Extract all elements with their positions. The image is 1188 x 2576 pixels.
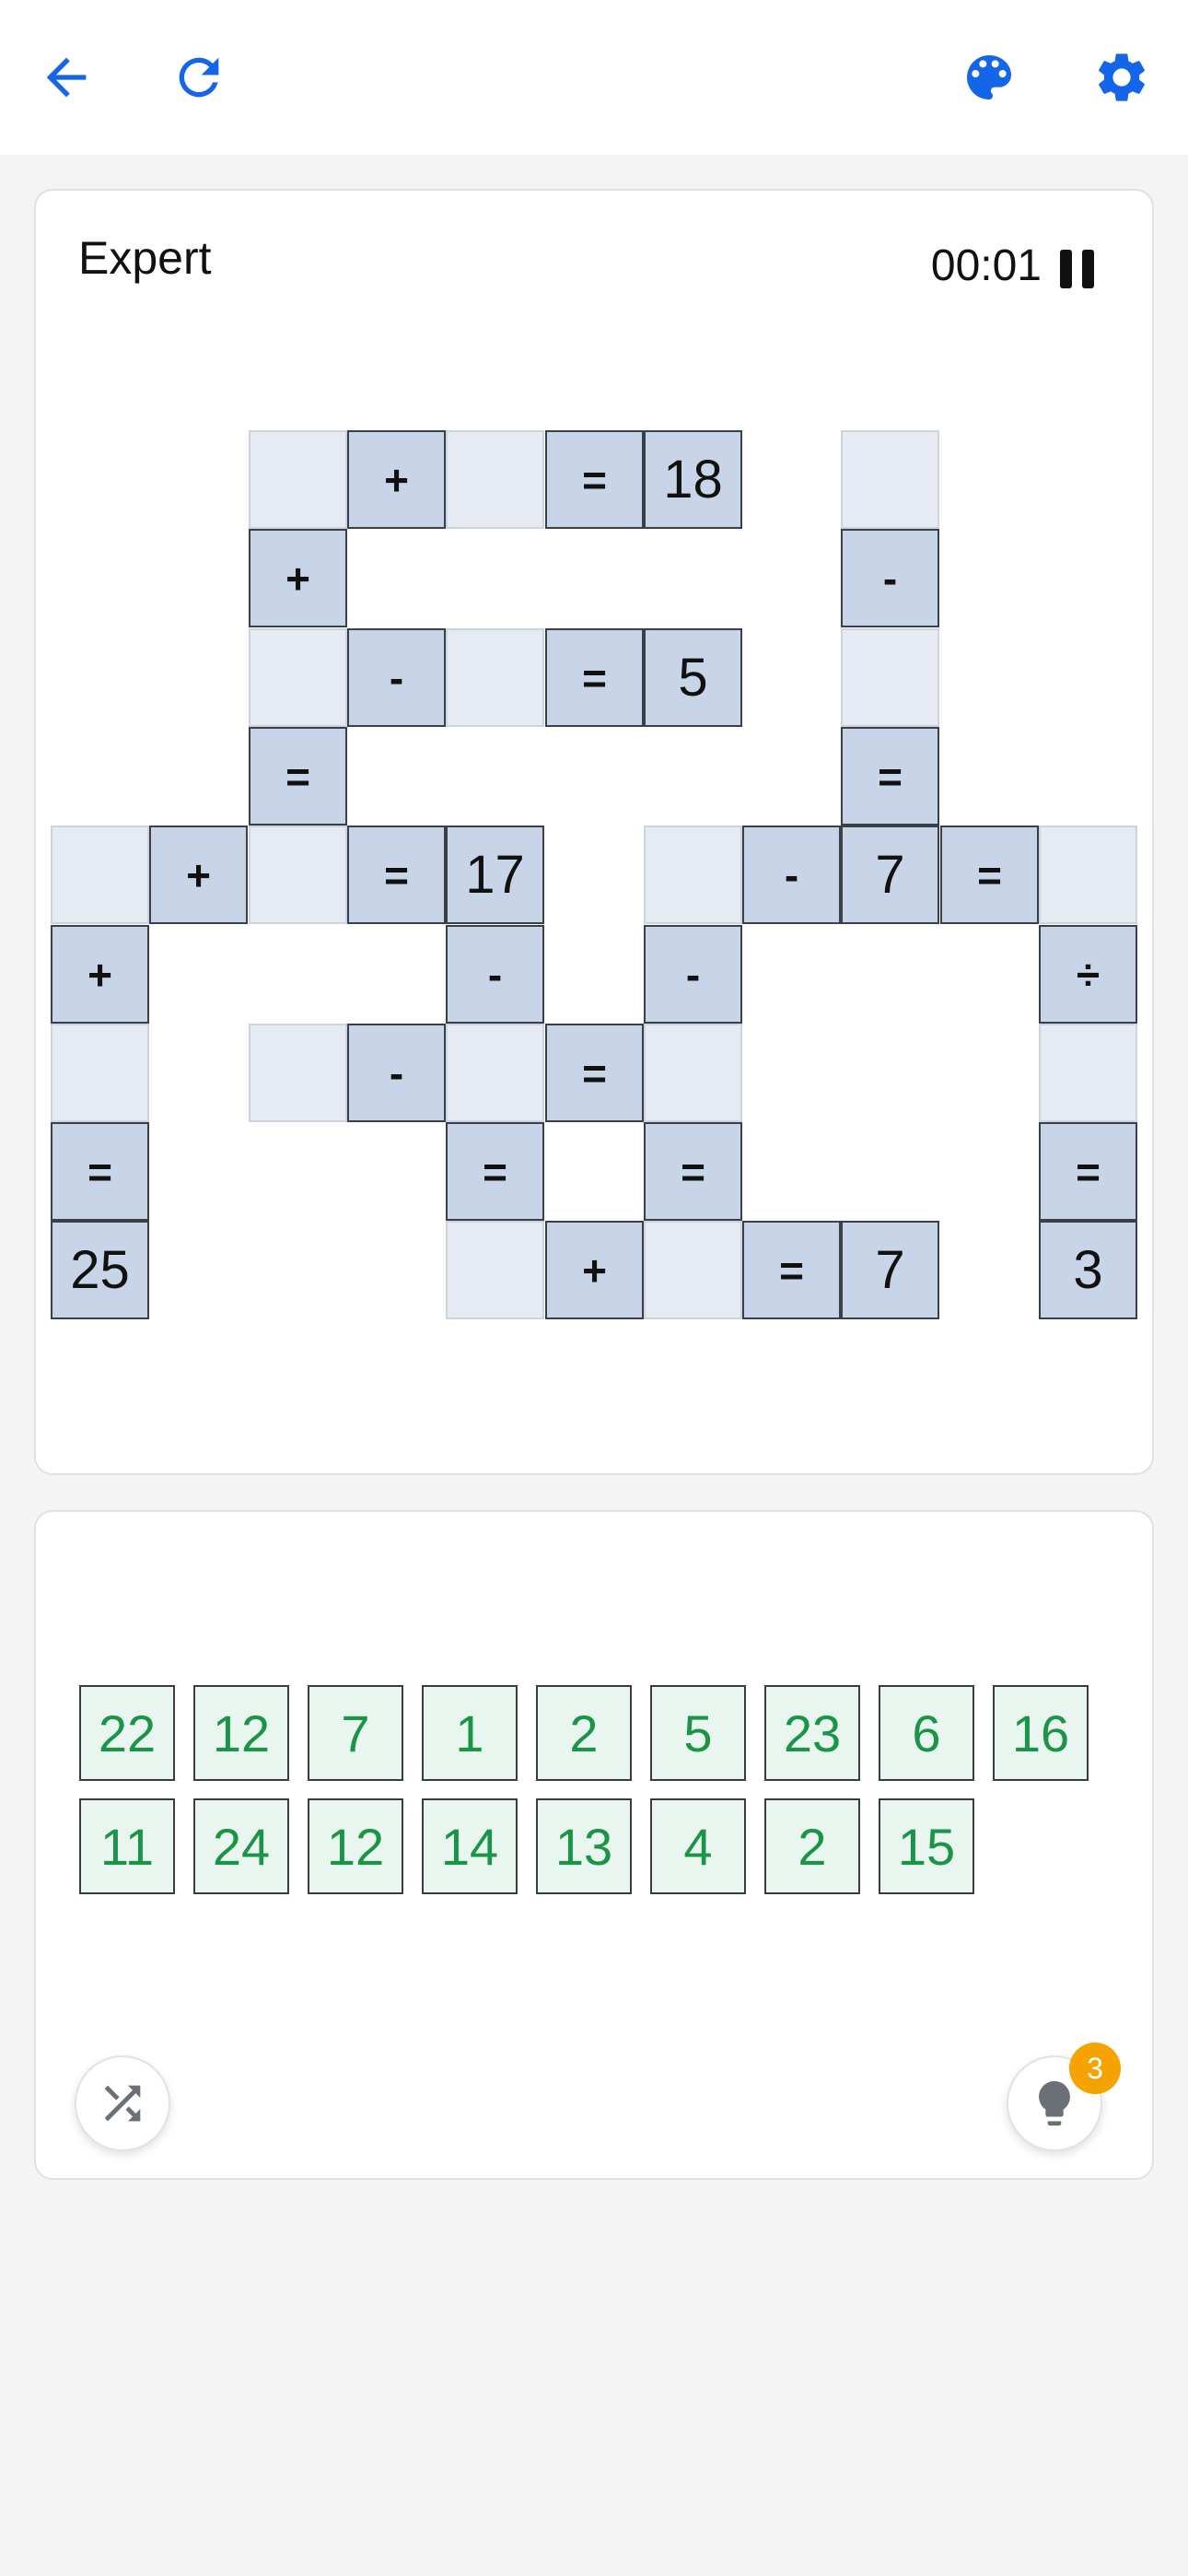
empty-cell[interactable]	[841, 628, 939, 727]
number-cell: 7	[841, 825, 939, 924]
empty-cell[interactable]	[249, 430, 347, 529]
operator-cell: =	[249, 727, 347, 825]
operator-cell: =	[545, 1024, 644, 1122]
number-tile[interactable]: 14	[422, 1798, 518, 1894]
empty-cell[interactable]	[644, 1024, 742, 1122]
number-cell: 18	[644, 430, 742, 529]
refresh-button[interactable]	[158, 37, 239, 118]
empty-cell[interactable]	[1039, 1024, 1137, 1122]
operator-cell: =	[742, 1221, 841, 1319]
operator-cell: +	[545, 1221, 644, 1319]
settings-button[interactable]	[1081, 37, 1162, 118]
operator-cell: =	[841, 727, 939, 825]
operator-cell: -	[742, 825, 841, 924]
operator-cell: =	[51, 1122, 149, 1221]
empty-cell[interactable]	[446, 628, 544, 727]
number-tile[interactable]: 12	[308, 1798, 403, 1894]
top-bar	[0, 0, 1188, 155]
operator-cell: ÷	[1039, 925, 1137, 1024]
operator-cell: =	[347, 825, 446, 924]
operator-cell: +	[347, 430, 446, 529]
operator-cell: =	[940, 825, 1039, 924]
difficulty-label: Expert	[78, 232, 212, 284]
number-cell: 17	[446, 825, 544, 924]
number-tile[interactable]: 16	[993, 1685, 1089, 1781]
operator-cell: -	[446, 925, 544, 1024]
empty-cell[interactable]	[249, 1024, 347, 1122]
pause-icon	[1060, 250, 1072, 288]
number-tile[interactable]: 6	[879, 1685, 974, 1781]
number-tile[interactable]: 11	[79, 1798, 175, 1894]
empty-cell[interactable]	[841, 430, 939, 529]
number-tile[interactable]: 1	[422, 1685, 518, 1781]
empty-cell[interactable]	[1039, 825, 1137, 924]
theme-button[interactable]	[949, 37, 1030, 118]
empty-cell[interactable]	[249, 628, 347, 727]
shuffle-button[interactable]	[75, 2055, 170, 2151]
refresh-icon	[179, 57, 219, 98]
empty-cell[interactable]	[51, 825, 149, 924]
operator-cell: +	[149, 825, 248, 924]
operator-cell: -	[347, 628, 446, 727]
number-tile[interactable]: 5	[650, 1685, 746, 1781]
empty-cell[interactable]	[644, 825, 742, 924]
operator-cell: =	[545, 430, 644, 529]
back-button[interactable]	[26, 37, 107, 118]
operator-cell: =	[446, 1122, 544, 1221]
back-arrow-icon	[46, 57, 87, 98]
number-tile[interactable]: 2	[536, 1685, 632, 1781]
empty-cell[interactable]	[446, 1221, 544, 1319]
operator-cell: +	[249, 529, 347, 627]
lightbulb-icon	[1039, 2080, 1070, 2126]
empty-cell[interactable]	[446, 430, 544, 529]
number-tile[interactable]: 7	[308, 1685, 403, 1781]
number-tile[interactable]: 22	[79, 1685, 175, 1781]
empty-cell[interactable]	[446, 1024, 544, 1122]
pause-button[interactable]	[1060, 250, 1097, 288]
number-tile[interactable]: 2	[764, 1798, 860, 1894]
settings-icon	[1099, 53, 1145, 101]
number-tile[interactable]: 23	[764, 1685, 860, 1781]
number-tray-card: 22 12 7 1 2 5 23 6 16 11 24 12 14 13 4 2 15 3	[34, 1510, 1154, 2180]
number-tile[interactable]: 15	[879, 1798, 974, 1894]
puzzle-grid: + = 18 + - - = 5 = = + = 17-7 = + - - ÷ - = = = = = 25 + = 7 3	[51, 430, 1141, 1352]
operator-cell: -	[347, 1024, 446, 1122]
operator-cell: =	[644, 1122, 742, 1221]
timer: 00:01	[930, 241, 1042, 290]
number-cell: 3	[1039, 1221, 1137, 1319]
operator-cell: +	[51, 925, 149, 1024]
empty-cell[interactable]	[644, 1221, 742, 1319]
number-tile[interactable]: 13	[536, 1798, 632, 1894]
hint-count-badge: 3	[1069, 2043, 1121, 2094]
empty-cell[interactable]	[51, 1024, 149, 1122]
number-tile[interactable]: 12	[193, 1685, 289, 1781]
puzzle-board-card: Expert 00:01 + = 18 + - - = 5 = = + = 17-7 = + - - ÷ - = = = =…	[34, 189, 1154, 1475]
number-cell: 7	[841, 1221, 939, 1319]
operator-cell: =	[545, 628, 644, 727]
operator-cell: -	[841, 529, 939, 627]
number-cell: 25	[51, 1221, 149, 1319]
operator-cell: -	[644, 925, 742, 1024]
empty-cell[interactable]	[249, 825, 347, 924]
operator-cell: =	[1039, 1122, 1137, 1221]
number-tile[interactable]: 24	[193, 1798, 289, 1894]
palette-icon	[967, 55, 1011, 100]
number-cell: 5	[644, 628, 742, 727]
number-tile[interactable]: 4	[650, 1798, 746, 1894]
shuffle-icon	[104, 2085, 141, 2122]
